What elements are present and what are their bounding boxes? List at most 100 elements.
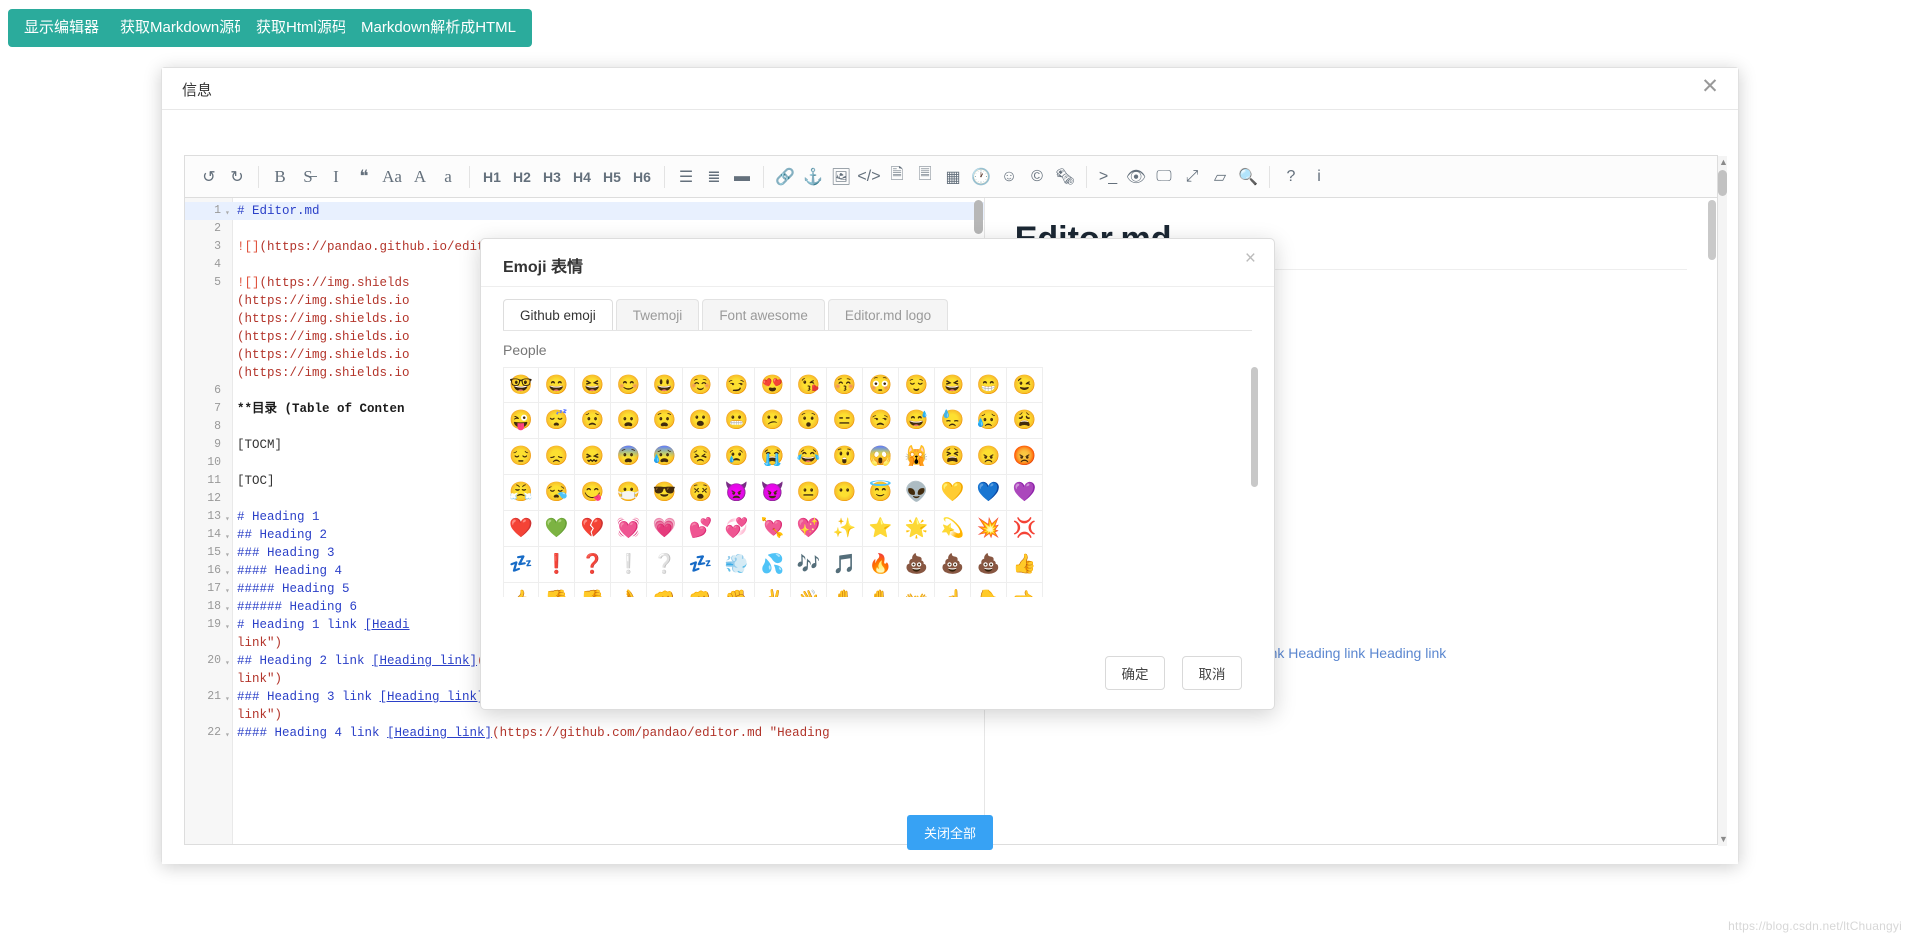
emoji-cell[interactable]: 😡 <box>1007 439 1043 475</box>
emoji-grid-wrapper[interactable]: 🤓 😄 😆 😊 😃 ☺️ 😏 😍 😘 😚 😳 😌 😆 😁 😉 😜 😴 😟 😦 😧 😮 😬 😕 😯 😑 😒 😅 😓 😥 😩 😔 😞 😖 😨 😰 😣 😢 😭 😂… <box>503 367 1252 597</box>
uppercase-icon[interactable]: A <box>406 163 434 191</box>
emoji-cell[interactable]: 💞 <box>719 511 755 547</box>
unordered-list-icon[interactable]: ☰ <box>672 163 700 191</box>
emoji-dialog-close-icon[interactable]: × <box>1245 248 1256 270</box>
emoji-cell[interactable]: 🤓 <box>503 367 539 403</box>
info-icon[interactable]: i <box>1305 163 1333 191</box>
emoji-cell[interactable]: ❗ <box>539 547 575 583</box>
emoji-cell[interactable]: 😘 <box>791 367 827 403</box>
emoji-cell[interactable]: 💛 <box>935 475 971 511</box>
emoji-cell[interactable]: 😨 <box>611 439 647 475</box>
emoji-cell[interactable]: 💤 <box>503 547 539 583</box>
emoji-cell[interactable]: 😲 <box>827 439 863 475</box>
page-break-icon[interactable]: 🗞 <box>1051 163 1079 191</box>
fold-toggle-icon[interactable]: ▾ <box>225 727 230 745</box>
image-icon[interactable]: 🖼 <box>827 163 855 191</box>
emoji-cell[interactable]: 👌 <box>611 583 647 597</box>
emoji-cell[interactable]: 😰 <box>647 439 683 475</box>
emoji-cell[interactable]: 😴 <box>539 403 575 439</box>
code-scrollbar-thumb[interactable] <box>973 200 983 234</box>
emoji-cell[interactable]: ✋ <box>863 583 899 597</box>
emoji-cell[interactable]: 💢 <box>1007 511 1043 547</box>
heading-5-icon[interactable]: H5 <box>597 163 627 191</box>
code-line[interactable]: 1 ▾ # Editor.md <box>185 202 984 220</box>
emoji-cell[interactable]: 💗 <box>647 511 683 547</box>
quote-icon[interactable]: ❝ <box>350 163 378 191</box>
emoji-cell[interactable]: ❤️ <box>503 511 539 547</box>
emoji-cell[interactable]: 💔 <box>575 511 611 547</box>
help-icon[interactable]: ? <box>1277 163 1305 191</box>
emoji-cell[interactable]: ✊ <box>719 583 755 597</box>
emoji-cell[interactable]: 😠 <box>971 439 1007 475</box>
emoji-cell[interactable]: 😤 <box>503 475 539 511</box>
emoji-cell[interactable]: 😆 <box>575 367 611 403</box>
emoji-cell[interactable]: 😃 <box>647 367 683 403</box>
emoji-cell[interactable]: 😥 <box>971 403 1007 439</box>
emoji-cell[interactable]: 🎵 <box>827 547 863 583</box>
search-icon[interactable]: 🔍 <box>1234 163 1262 191</box>
emoji-cell[interactable]: 😫 <box>935 439 971 475</box>
emoji-cell[interactable]: 😎 <box>647 475 683 511</box>
emoji-cell[interactable]: 😇 <box>863 475 899 511</box>
emoji-tab-editor-md-logo[interactable]: Editor.md logo <box>827 299 949 331</box>
emoji-cell[interactable]: 👿 <box>719 475 755 511</box>
emoji-cell[interactable]: 💫 <box>935 511 971 547</box>
datetime-icon[interactable]: 🕐 <box>967 163 995 191</box>
preview-icon[interactable]: 🖵 <box>1150 163 1178 191</box>
emoji-cell[interactable]: 😈 <box>755 475 791 511</box>
emoji-cell[interactable]: 😢 <box>719 439 755 475</box>
emoji-cell[interactable]: 💩 <box>935 547 971 583</box>
emoji-cell[interactable]: 👽 <box>899 475 935 511</box>
emoji-cell[interactable]: 😩 <box>1007 403 1043 439</box>
redo-icon[interactable]: ↻ <box>223 163 251 191</box>
emoji-cell[interactable]: 💚 <box>539 511 575 547</box>
emoji-cell[interactable]: 😳 <box>863 367 899 403</box>
emoji-tab-font-awesome[interactable]: Font awesome <box>702 299 825 331</box>
emoji-cell[interactable]: 👍 <box>503 583 539 597</box>
emoji-cell[interactable]: 💜 <box>1007 475 1043 511</box>
emoji-cell[interactable]: 😧 <box>647 403 683 439</box>
heading-2-icon[interactable]: H2 <box>507 163 537 191</box>
emoji-cell[interactable]: ✨ <box>827 511 863 547</box>
emoji-cell[interactable]: 👈 <box>1007 583 1043 597</box>
emoji-cell[interactable]: 😌 <box>899 367 935 403</box>
emoji-cell[interactable]: 😞 <box>539 439 575 475</box>
emoji-cell[interactable]: 👍 <box>1007 547 1043 583</box>
emoji-cell[interactable]: 😷 <box>611 475 647 511</box>
scroll-down-icon[interactable]: ▼ <box>1719 835 1728 844</box>
editor-outer-scrollbar-thumb[interactable] <box>1718 170 1727 196</box>
lowercase-icon[interactable]: a <box>434 163 462 191</box>
emoji-cell[interactable]: ✋ <box>827 583 863 597</box>
emoji-cell[interactable]: 💓 <box>611 511 647 547</box>
fullscreen-icon[interactable]: ⤢ <box>1178 163 1206 191</box>
emoji-cell[interactable]: 😊 <box>611 367 647 403</box>
emoji-cell[interactable]: 💘 <box>755 511 791 547</box>
emoji-cell[interactable]: 😶 <box>827 475 863 511</box>
emoji-cell[interactable]: 😒 <box>863 403 899 439</box>
emoji-cell[interactable]: 😱 <box>863 439 899 475</box>
watch-icon[interactable]: 👁 <box>1122 163 1150 191</box>
emoji-cell[interactable]: 😪 <box>539 475 575 511</box>
clear-icon[interactable]: ▱ <box>1206 163 1234 191</box>
emoji-cell[interactable]: 💙 <box>971 475 1007 511</box>
emoji-cell[interactable]: 💩 <box>899 547 935 583</box>
emoji-cell[interactable]: 🌟 <box>899 511 935 547</box>
emoji-cell[interactable]: 😐 <box>791 475 827 511</box>
emoji-cell[interactable]: 😍 <box>755 367 791 403</box>
emoji-cell[interactable]: 👎 <box>575 583 611 597</box>
emoji-cell[interactable]: 👋 <box>791 583 827 597</box>
heading-1-icon[interactable]: H1 <box>477 163 507 191</box>
emoji-cell[interactable]: 😂 <box>791 439 827 475</box>
emoji-cancel-button[interactable]: 取消 <box>1182 656 1242 690</box>
ordered-list-icon[interactable]: ≣ <box>700 163 728 191</box>
emoji-cell[interactable]: 👐 <box>899 583 935 597</box>
emoji-cell[interactable]: ☺️ <box>683 367 719 403</box>
emoji-cell[interactable]: ❓ <box>575 547 611 583</box>
strikethrough-icon[interactable]: S̶ <box>294 163 322 191</box>
code-line[interactable]: 22 ▾ #### Heading 4 link [Heading link](ht… <box>185 724 984 742</box>
emoji-cell[interactable]: ⭐ <box>863 511 899 547</box>
emoji-cell[interactable]: ☝️ <box>935 583 971 597</box>
bold-icon[interactable]: B <box>266 163 294 191</box>
heading-6-icon[interactable]: H6 <box>627 163 657 191</box>
emoji-cell[interactable]: 😚 <box>827 367 863 403</box>
